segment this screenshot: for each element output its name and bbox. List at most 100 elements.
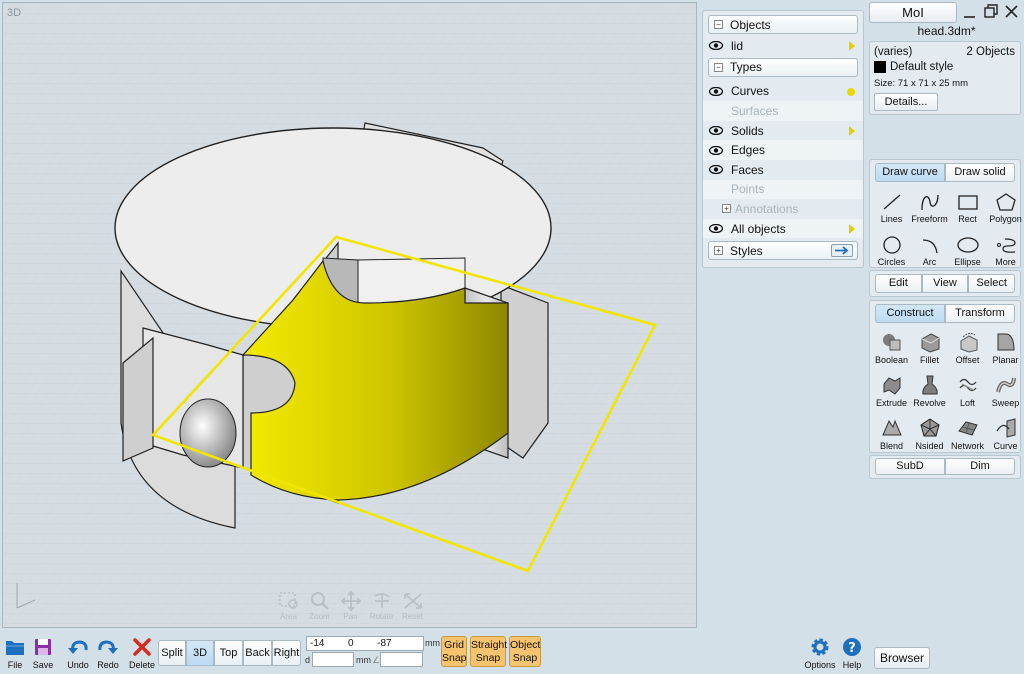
type-row-faces[interactable]: Faces — [703, 160, 863, 180]
options-label: Options — [804, 660, 836, 670]
view-split-button[interactable]: Split — [158, 640, 186, 666]
annotations-row[interactable]: + Annotations — [703, 199, 863, 219]
sweep-tool[interactable]: Sweep — [987, 369, 1024, 410]
details-button[interactable]: Details... — [874, 93, 938, 111]
more-tool[interactable]: More — [987, 228, 1024, 269]
delete-button[interactable]: Delete — [128, 636, 156, 670]
type-row-points[interactable]: Points — [703, 179, 863, 200]
nsided-tool[interactable]: Nsided — [911, 412, 948, 453]
style-row[interactable]: Default style — [874, 61, 953, 73]
type-row-curves[interactable]: Curves — [703, 82, 863, 102]
tab-select[interactable]: Select — [968, 274, 1016, 293]
coordinate-input[interactable]: -14 0 -87 — [306, 636, 424, 651]
fillet-tool[interactable]: Fillet — [911, 326, 948, 367]
all-objects-label: All objects — [731, 221, 786, 236]
app-menu-button[interactable]: MoI — [869, 2, 957, 23]
freeform-tool[interactable]: Freeform — [911, 185, 948, 226]
tab-view[interactable]: View — [921, 274, 969, 293]
tab-draw-curve[interactable]: Draw curve — [875, 163, 945, 182]
tab-edit[interactable]: Edit — [875, 274, 922, 293]
styles-section-header[interactable]: + Styles — [708, 241, 858, 261]
extrude-tool[interactable]: Extrude — [873, 369, 910, 410]
network-tool[interactable]: Network — [949, 412, 986, 453]
ellipse-tool[interactable]: Ellipse — [949, 228, 986, 269]
object-count: 2 Objects — [966, 46, 1015, 58]
expand-icon[interactable]: + — [722, 204, 731, 214]
eye-icon[interactable] — [709, 224, 723, 234]
circles-tool[interactable]: Circles — [873, 228, 910, 269]
redo-button[interactable]: Redo — [95, 636, 121, 670]
blend-tool[interactable]: Blend — [873, 412, 910, 453]
offset-tool[interactable]: Offset — [949, 326, 986, 367]
tool-label: Lines — [880, 214, 903, 224]
reset-view-tool[interactable]: Reset — [399, 591, 426, 621]
rect-tool[interactable]: Rect — [949, 185, 986, 226]
distance-input[interactable] — [312, 652, 354, 667]
help-button[interactable]: ? Help — [840, 636, 864, 670]
view-right-button[interactable]: Right — [272, 640, 301, 666]
object-row-lid[interactable]: lid — [703, 36, 863, 56]
style-color-swatch[interactable] — [874, 61, 886, 73]
draw-panel: Draw curve Draw solid Lines Freeform Rec… — [869, 159, 1024, 269]
eye-icon[interactable] — [709, 41, 723, 51]
expand-arrow-icon[interactable] — [849, 41, 855, 51]
type-row-surfaces[interactable]: Surfaces — [703, 101, 863, 121]
file-button[interactable]: File — [3, 636, 27, 670]
help-label: Help — [842, 660, 862, 670]
fillet-icon — [921, 333, 939, 353]
options-button[interactable]: Options — [803, 636, 837, 670]
rotate-tool[interactable]: Rotate — [368, 591, 395, 621]
model-scene[interactable] — [3, 3, 697, 628]
undo-button[interactable]: Undo — [65, 636, 91, 670]
all-objects-row[interactable]: All objects — [703, 218, 863, 239]
arc-tool[interactable]: Arc — [911, 228, 948, 269]
polygon-tool[interactable]: Polygon — [987, 185, 1024, 226]
angle-input[interactable] — [380, 652, 423, 667]
3d-viewport[interactable]: 3D Area Zoom Pan Rotate Reset — [2, 2, 697, 628]
type-row-edges[interactable]: Edges — [703, 140, 863, 160]
eye-icon[interactable] — [709, 126, 723, 136]
expand-arrow-icon[interactable] — [849, 223, 855, 234]
restore-icon[interactable] — [984, 4, 998, 18]
straight-snap-button[interactable]: Straight Snap — [470, 636, 507, 667]
gear-icon — [811, 638, 829, 656]
revolve-tool[interactable]: Revolve — [911, 369, 948, 410]
type-label: Curves — [731, 84, 770, 99]
area-zoom-tool[interactable]: Area — [275, 591, 302, 621]
save-button[interactable]: Save — [31, 636, 55, 670]
browser-button[interactable]: Browser — [874, 647, 930, 669]
subd-button[interactable]: SubD — [875, 458, 945, 475]
loft-tool[interactable]: Loft — [949, 369, 986, 410]
eye-icon[interactable] — [709, 165, 723, 175]
tab-draw-solid[interactable]: Draw solid — [945, 163, 1015, 182]
view-back-button[interactable]: Back — [243, 640, 272, 666]
styles-arrow-button[interactable] — [831, 244, 853, 258]
type-row-solids[interactable]: Solids — [703, 121, 863, 141]
objects-section-header[interactable]: − Objects — [708, 15, 858, 34]
grid-snap-button[interactable]: Grid Snap — [441, 636, 467, 667]
zoom-tool[interactable]: Zoom — [306, 591, 333, 621]
object-snap-button[interactable]: Object Snap — [509, 636, 541, 667]
planar-tool[interactable]: Planar — [987, 326, 1024, 367]
lines-tool[interactable]: Lines — [873, 185, 910, 226]
more-icon — [996, 238, 1016, 253]
expand-icon: + — [714, 246, 723, 256]
circle-icon — [882, 236, 901, 254]
type-label: Solids — [731, 123, 764, 138]
expand-arrow-icon[interactable] — [849, 125, 855, 136]
tab-transform[interactable]: Transform — [945, 304, 1015, 323]
eye-icon[interactable] — [709, 86, 723, 96]
arc-icon — [922, 239, 938, 254]
boolean-tool[interactable]: Boolean — [873, 326, 910, 367]
view-top-button[interactable]: Top — [214, 640, 243, 666]
curve-tool[interactable]: Curve — [987, 412, 1024, 453]
types-section-header[interactable]: − Types — [708, 57, 858, 77]
window-controls — [960, 4, 1024, 20]
pan-tool[interactable]: Pan — [337, 591, 364, 621]
close-icon[interactable] — [1005, 5, 1018, 18]
eye-icon[interactable] — [709, 145, 723, 155]
tab-construct[interactable]: Construct — [875, 304, 945, 323]
view-3d-button[interactable]: 3D — [186, 640, 214, 666]
dim-button[interactable]: Dim — [945, 458, 1015, 475]
types-header-label: Types — [730, 60, 763, 75]
